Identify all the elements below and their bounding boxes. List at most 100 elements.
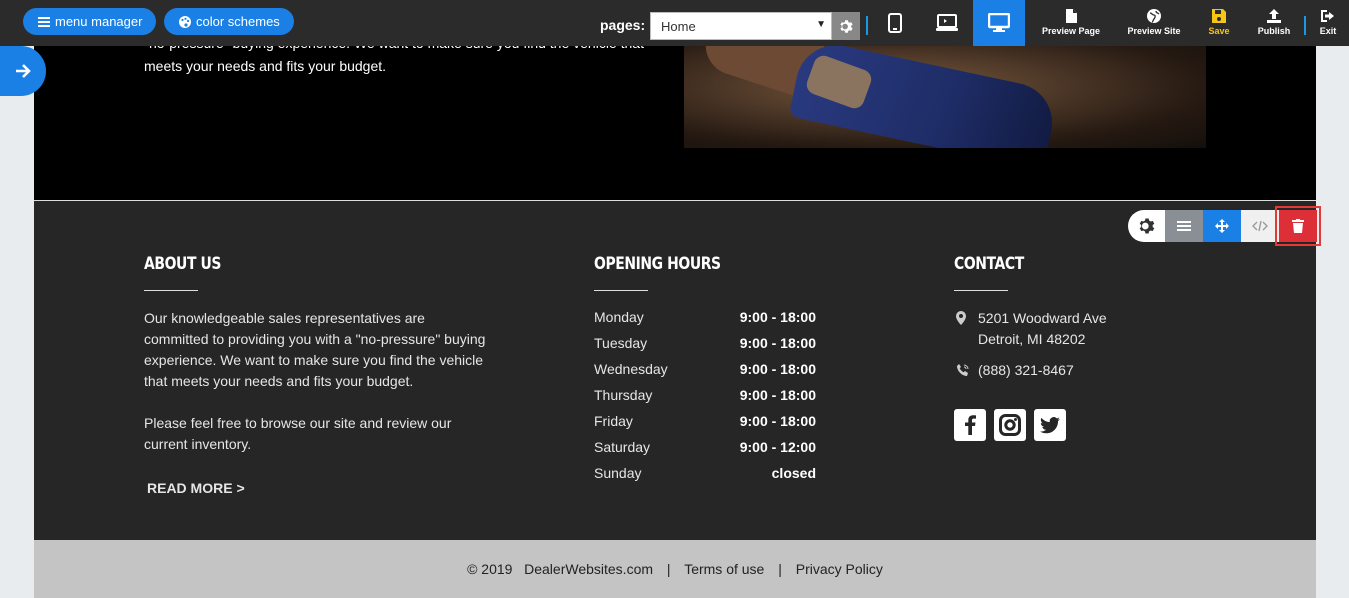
about-paragraph-2: Please feel free to browse our site and … (144, 415, 452, 452)
preview-site-label: Preview Site (1127, 26, 1181, 36)
mobile-icon (888, 13, 902, 33)
hours-table: Monday 9:00 - 18:00 Tuesday 9:00 - 18:00 W… (594, 309, 816, 491)
separator: | (778, 561, 782, 577)
preview-site-button[interactable]: Preview Site (1124, 8, 1184, 36)
footer-section: ABOUT US Our knowledgeable sales represe… (34, 201, 1321, 540)
address-line-2: Detroit, MI 48202 (978, 331, 1086, 347)
gear-icon (839, 19, 853, 33)
facebook-link[interactable] (954, 409, 986, 441)
hours-row: Monday 9:00 - 18:00 (594, 309, 816, 335)
hours-row: Sunday closed (594, 465, 816, 491)
contact-address: 5201 Woodward Ave Detroit, MI 48202 (954, 308, 1107, 350)
page-canvas: "no-pressure" buying experience. We want… (34, 35, 1321, 598)
pages-label: pages: (600, 17, 646, 33)
hours-time: 9:00 - 18:00 (739, 387, 816, 403)
caret-down-icon: ▼ (816, 19, 826, 30)
hours-row: Wednesday 9:00 - 18:00 (594, 361, 816, 387)
pages-select-value: Home (661, 19, 696, 34)
hours-day: Sunday (594, 465, 642, 481)
instagram-icon (999, 414, 1021, 436)
trash-icon (1292, 219, 1304, 233)
gear-icon (1139, 218, 1154, 234)
hero-section: "no-pressure" buying experience. We want… (34, 35, 1316, 200)
hours-row: Thursday 9:00 - 18:00 (594, 387, 816, 413)
contact-phone: (888) 321-8467 (954, 362, 1074, 378)
exit-label: Exit (1319, 26, 1337, 36)
hours-time: 9:00 - 18:00 (739, 361, 816, 377)
arrow-right-icon (16, 64, 31, 78)
sign-out-icon (1321, 10, 1334, 22)
hours-day: Tuesday (594, 335, 648, 351)
desktop-icon (988, 13, 1010, 32)
map-pin-icon (956, 311, 966, 325)
hours-title: OPENING HOURS (594, 254, 721, 274)
contact-title-rule (954, 290, 1008, 291)
copyright-bar: © 2019 DealerWebsites.com | Terms of use… (34, 540, 1316, 598)
read-more-link[interactable]: READ MORE > (147, 480, 245, 496)
section-delete-button[interactable] (1275, 206, 1321, 246)
phone-icon (957, 364, 969, 376)
hours-title-rule (594, 290, 648, 291)
floppy-disk-icon (1212, 9, 1226, 23)
menu-manager-label: menu manager (55, 14, 143, 29)
hours-day: Monday (594, 309, 644, 325)
toolbar-separator (1304, 16, 1306, 35)
about-text: Our knowledgeable sales representatives … (144, 308, 492, 455)
hours-time: 9:00 - 18:00 (739, 335, 816, 351)
color-schemes-label: color schemes (196, 14, 280, 29)
copyright-row: © 2019 DealerWebsites.com | Terms of use… (34, 561, 1316, 577)
hours-time: closed (771, 465, 816, 481)
terms-of-use-link[interactable]: Terms of use (684, 561, 764, 577)
instagram-link[interactable] (994, 409, 1026, 441)
twitter-icon (1040, 416, 1060, 433)
hours-day: Thursday (594, 387, 653, 403)
palette-icon (179, 15, 191, 28)
hours-day: Friday (594, 413, 633, 429)
mobile-view-button[interactable] (869, 0, 921, 46)
hours-time: 9:00 - 12:00 (739, 439, 816, 455)
publish-button[interactable]: Publish (1256, 8, 1292, 36)
tablet-view-button[interactable] (921, 0, 973, 46)
hours-row: Tuesday 9:00 - 18:00 (594, 335, 816, 361)
phone-number[interactable]: (888) 321-8467 (978, 362, 1074, 378)
page-settings-button[interactable] (832, 12, 860, 40)
privacy-policy-link[interactable]: Privacy Policy (796, 561, 883, 577)
hero-image (684, 46, 1206, 148)
facebook-icon (965, 415, 976, 435)
move-icon (1215, 219, 1229, 233)
publish-label: Publish (1257, 26, 1291, 36)
document-icon (1066, 9, 1077, 23)
about-paragraph-1: Our knowledgeable sales representatives … (144, 310, 486, 389)
pages-select[interactable]: Home ▼ (650, 12, 832, 40)
hours-day: Saturday (594, 439, 651, 455)
about-title: ABOUT US (144, 254, 222, 274)
menu-manager-button[interactable]: menu manager (23, 8, 157, 35)
globe-icon (1147, 9, 1161, 23)
twitter-link[interactable] (1034, 409, 1066, 441)
hamburger-icon (38, 16, 50, 27)
desktop-view-button[interactable] (973, 0, 1025, 46)
address-line-1: 5201 Woodward Ave (978, 310, 1107, 326)
color-schemes-button[interactable]: color schemes (164, 8, 294, 35)
preview-page-label: Preview Page (1041, 26, 1101, 36)
code-icon (1252, 220, 1268, 232)
exit-button[interactable]: Exit (1316, 8, 1340, 36)
save-button[interactable]: Save (1204, 8, 1234, 36)
hours-row: Saturday 9:00 - 12:00 (594, 439, 816, 465)
section-settings-button[interactable] (1128, 210, 1165, 242)
hours-day: Wednesday (594, 361, 668, 377)
section-layout-button[interactable] (1165, 210, 1203, 242)
preview-page-button[interactable]: Preview Page (1040, 8, 1102, 36)
hours-time: 9:00 - 18:00 (739, 309, 816, 325)
save-label: Save (1208, 26, 1230, 36)
about-title-rule (144, 290, 198, 291)
list-icon (1177, 221, 1191, 231)
contact-title: CONTACT (954, 254, 1024, 274)
section-move-button[interactable] (1203, 210, 1241, 242)
laptop-icon (936, 14, 958, 31)
hours-row: Friday 9:00 - 18:00 (594, 413, 816, 439)
toolbar-separator (866, 16, 868, 35)
copyright-text: © 2019 DealerWebsites.com (467, 561, 654, 577)
upload-icon (1267, 9, 1281, 23)
section-code-button[interactable] (1241, 210, 1279, 242)
